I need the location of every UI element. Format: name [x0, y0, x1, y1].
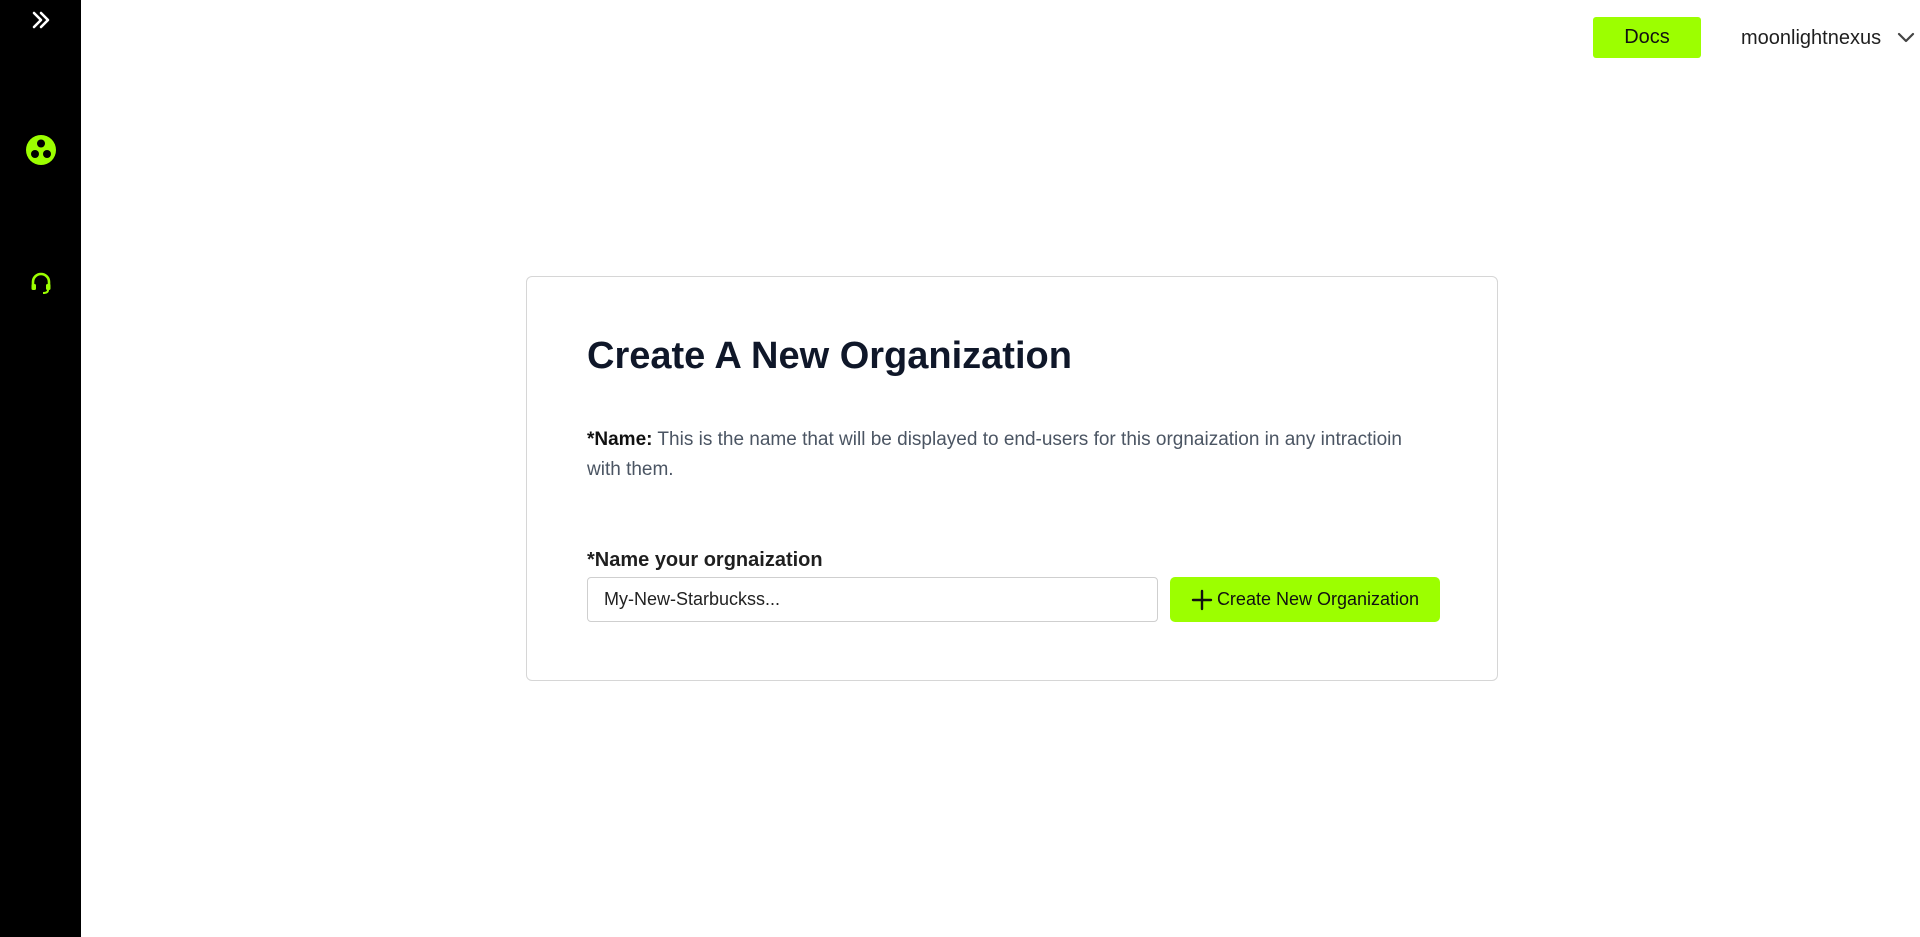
top-bar: Docs moonlightnexus: [81, 0, 1920, 76]
sidebar-item-support[interactable]: [0, 272, 81, 298]
name-description: *Name: This is the name that will be dis…: [587, 425, 1407, 485]
docs-button[interactable]: Docs: [1593, 17, 1701, 58]
page-title: Create A New Organization: [587, 335, 1072, 377]
description-label: *Name:: [587, 429, 653, 450]
double-chevron-right-icon: [31, 11, 51, 34]
docs-button-label: Docs: [1624, 26, 1670, 48]
three-dots-circle-icon: [25, 134, 56, 170]
create-organization-button[interactable]: Create New Organization: [1170, 577, 1440, 622]
plus-icon: [1191, 589, 1213, 611]
description-text: This is the name that will be displayed …: [587, 429, 1402, 480]
organization-name-label: *Name your orgnaization: [587, 549, 823, 571]
create-organization-card: Create A New Organization *Name: This is…: [526, 276, 1498, 681]
create-button-label: Create New Organization: [1216, 589, 1420, 609]
sidebar-expand-button[interactable]: [0, 8, 81, 36]
sidebar: [0, 0, 81, 937]
username: moonlightnexus: [1741, 26, 1882, 49]
organization-name-input[interactable]: [587, 577, 1158, 622]
headset-icon: [29, 271, 53, 300]
chevron-down-icon[interactable]: [1895, 27, 1917, 49]
sidebar-item-organizations[interactable]: [0, 134, 81, 170]
user-menu[interactable]: moonlightnexus: [1741, 12, 1920, 64]
